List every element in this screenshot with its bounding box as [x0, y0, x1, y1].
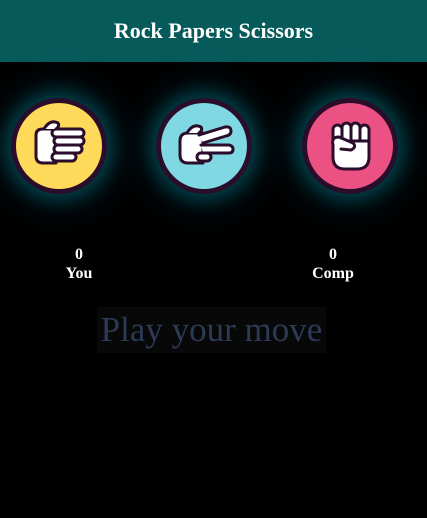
app-header: Rock Papers Scissors — [0, 0, 427, 62]
comp-score-value: 0 — [329, 246, 337, 263]
comp-score: 0 Comp — [293, 245, 373, 283]
choice-paper-button[interactable] — [11, 98, 107, 194]
hand-paper-icon — [34, 120, 86, 165]
choice-scissors-button[interactable] — [156, 98, 252, 194]
choice-rock-button[interactable] — [302, 98, 398, 194]
app-title: Rock Papers Scissors — [113, 18, 314, 43]
comp-score-label: Comp — [312, 265, 354, 282]
hand-scissors-icon — [178, 124, 235, 165]
user-score: 0 You — [39, 245, 119, 283]
status-message: Play your move — [97, 307, 326, 353]
user-score-label: You — [65, 265, 93, 282]
hand-rock-icon — [331, 121, 371, 171]
user-score-value: 0 — [75, 246, 83, 263]
